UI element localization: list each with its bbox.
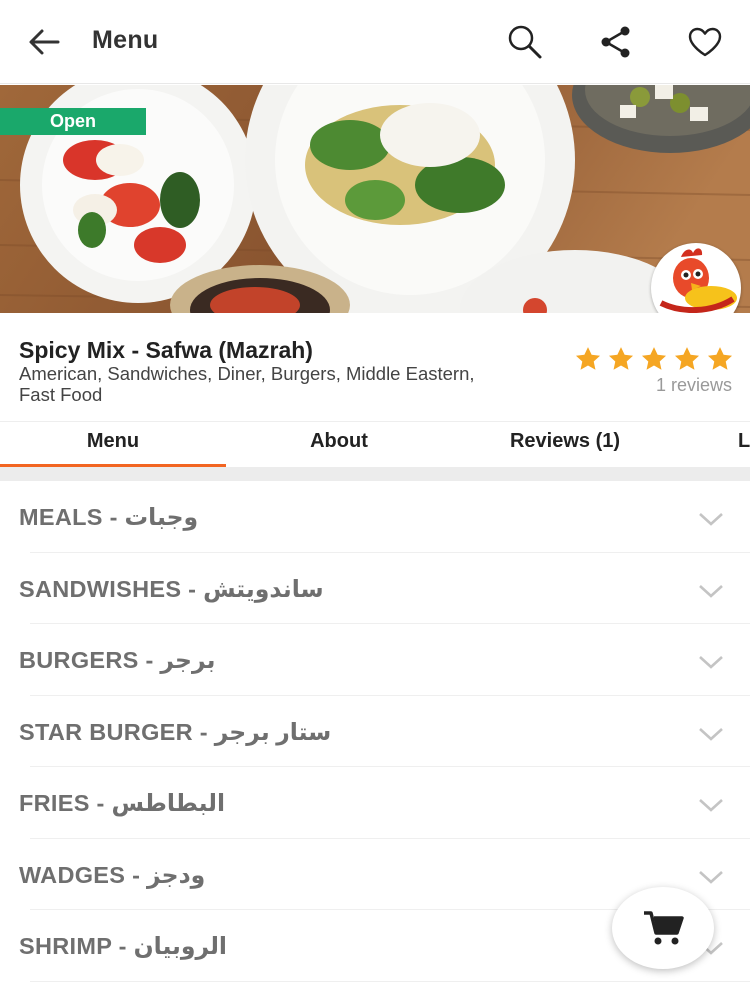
category-meals[interactable]: MEALS - وجبات [19,481,750,553]
page-title: Menu [92,26,159,54]
chevron-down-icon [699,656,723,669]
chevron-down-icon [699,513,723,526]
tab-menu[interactable]: Menu [0,422,226,468]
restaurant-cuisines: American, Sandwiches, Diner, Burgers, Mi… [19,363,475,405]
rating-stars [574,345,734,373]
search-button[interactable] [503,20,547,64]
reviews-count: 1 reviews [655,375,732,395]
category-label: WADGES - ودجز [19,861,206,888]
chevron-down-icon [699,799,723,812]
arrow-left-icon [29,29,60,55]
restaurant-name: Spicy Mix - Safwa (Mazrah) [19,337,313,363]
star-icon [574,345,602,373]
category-label: BURGERS - برجر [19,647,216,673]
tab-location[interactable]: L [738,422,750,468]
category-label: FRIES - البطاطس [19,790,226,816]
category-label: STAR BURGER - ستار برجر [19,718,332,745]
category-label: SANDWISHES - ساندويتش [19,575,324,602]
category-burgers[interactable]: BURGERS - برجر [19,624,750,696]
restaurant-info: Spicy Mix - Safwa (Mazrah) American, San… [0,313,750,421]
star-icon [640,345,668,373]
tab-bar: Menu About Reviews (1) L [0,421,750,468]
category-sandwiches[interactable]: SANDWISHES - ساندويتش [19,553,750,624]
restaurant-banner: Open [0,85,750,313]
share-button[interactable] [594,20,638,64]
chevron-down-icon [699,870,723,884]
cart-button[interactable] [612,887,714,969]
category-fries[interactable]: FRIES - البطاطس [19,767,750,839]
share-icon [601,26,630,58]
heart-icon [688,27,722,57]
chevron-down-icon [699,727,723,741]
tab-about[interactable]: About [226,422,452,468]
app-bar: Menu [0,0,750,84]
section-divider [0,467,750,481]
search-icon [508,25,542,59]
favorite-button[interactable] [683,20,727,64]
back-button[interactable] [22,22,66,62]
star-icon [706,345,734,373]
star-icon [673,345,701,373]
chevron-down-icon [699,584,723,598]
cart-icon [644,911,684,945]
category-label: SHRIMP - الروبيان [19,933,227,959]
status-badge: Open [0,108,146,135]
category-label: MEALS - وجبات [19,504,199,530]
category-star-burger[interactable]: STAR BURGER - ستار برجر [19,696,750,767]
star-icon [607,345,635,373]
tab-reviews[interactable]: Reviews (1) [452,422,678,468]
